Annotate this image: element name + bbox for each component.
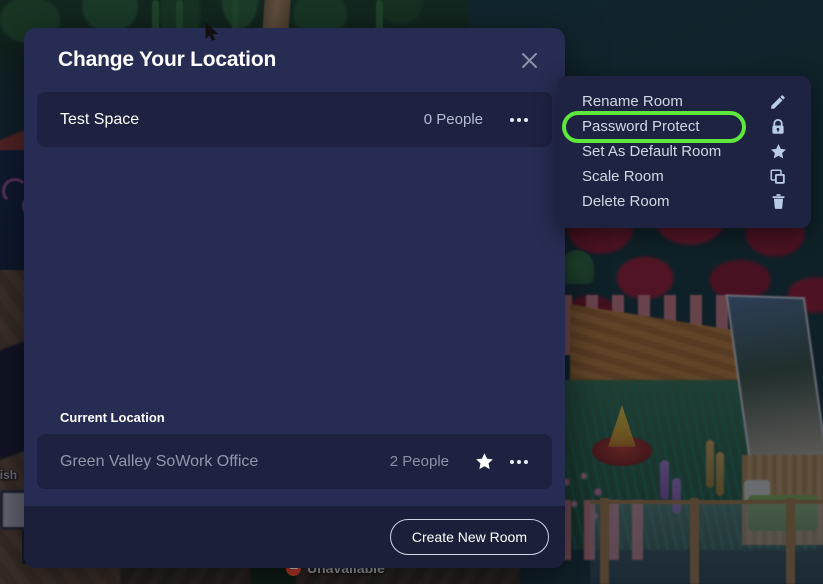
lock-icon — [768, 117, 788, 137]
current-location-label: Current Location — [60, 410, 165, 425]
change-location-modal: Change Your Location Test Space 0 People… — [24, 28, 565, 568]
modal-header: Change Your Location — [24, 28, 565, 92]
current-location-row[interactable]: Green Valley SoWork Office 2 People — [37, 434, 552, 489]
pencil-icon — [768, 92, 788, 112]
menu-item-label: Scale Room — [582, 168, 664, 185]
room-list-item[interactable]: Test Space 0 People — [37, 92, 552, 147]
create-new-room-button[interactable]: Create New Room — [389, 519, 549, 555]
current-location-section: Current Location Green Valley SoWork Off… — [37, 410, 552, 506]
current-room-name: Green Valley SoWork Office — [60, 452, 259, 470]
trash-icon — [768, 192, 788, 212]
room-name: Test Space — [60, 110, 140, 128]
menu-item-password-protect[interactable]: Password Protect — [557, 114, 811, 139]
menu-item-label: Set As Default Room — [582, 143, 722, 160]
menu-item-rename-room[interactable]: Rename Room — [557, 89, 811, 114]
menu-item-scale-room[interactable]: Scale Room — [557, 164, 811, 189]
room-people-count: 0 People — [423, 111, 483, 128]
menu-item-label: Password Protect — [582, 118, 700, 135]
menu-item-set-as-default-room[interactable]: Set As Default Room — [557, 139, 811, 164]
menu-item-label: Delete Room — [582, 193, 670, 210]
room-context-menu: Rename Room Password Protect Set As Defa… — [557, 76, 811, 228]
more-options-icon[interactable] — [505, 449, 533, 475]
close-icon[interactable] — [514, 45, 544, 75]
copy-icon — [768, 167, 788, 187]
page-title: Change Your Location — [58, 48, 277, 71]
menu-item-delete-room[interactable]: Delete Room — [557, 189, 811, 214]
modal-body: Test Space 0 People Current Location Gre… — [24, 92, 565, 506]
more-options-icon[interactable] — [505, 107, 533, 133]
modal-footer: Create New Room — [24, 506, 565, 568]
star-icon[interactable] — [471, 449, 497, 475]
menu-item-label: Rename Room — [582, 93, 683, 110]
room-list-spacer — [37, 147, 552, 410]
current-room-people-count: 2 People — [389, 453, 449, 470]
star-icon — [768, 142, 788, 162]
